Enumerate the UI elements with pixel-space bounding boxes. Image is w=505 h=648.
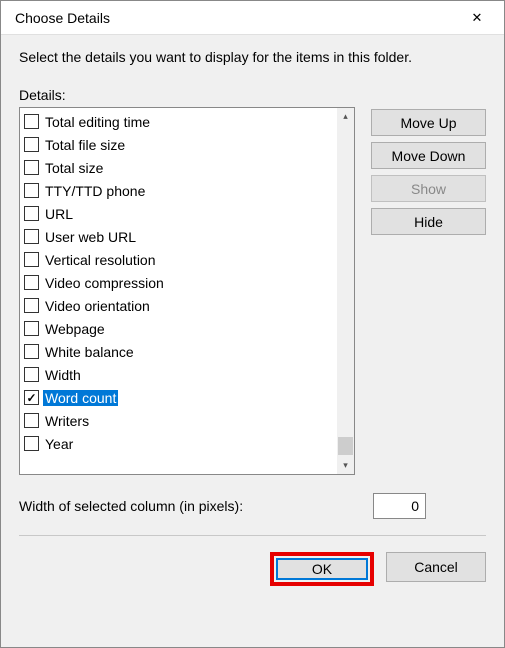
list-item-label: User web URL <box>43 229 138 245</box>
bottom-buttons: OK Cancel <box>19 536 486 602</box>
list-item-label: Vertical resolution <box>43 252 158 268</box>
move-up-button[interactable]: Move Up <box>371 109 486 136</box>
move-down-button[interactable]: Move Down <box>371 142 486 169</box>
checkbox[interactable] <box>24 367 39 382</box>
choose-details-dialog: Choose Details ✕ Select the details you … <box>1 1 504 647</box>
checkbox[interactable] <box>24 183 39 198</box>
checkbox[interactable] <box>24 275 39 290</box>
checkbox[interactable] <box>24 137 39 152</box>
list-item[interactable]: Writers <box>22 409 335 432</box>
checkbox[interactable] <box>24 344 39 359</box>
list-item-label: Year <box>43 436 75 452</box>
list-item[interactable]: Vertical resolution <box>22 248 335 271</box>
dialog-content: Select the details you want to display f… <box>1 35 504 647</box>
scroll-up-icon[interactable]: ▴ <box>337 108 354 125</box>
checkbox[interactable] <box>24 298 39 313</box>
scroll-thumb[interactable] <box>338 437 353 455</box>
hide-button[interactable]: Hide <box>371 208 486 235</box>
close-button[interactable]: ✕ <box>454 2 500 34</box>
list-item[interactable]: Total size <box>22 156 335 179</box>
scrollbar[interactable]: ▴ ▾ <box>337 108 354 474</box>
list-item-label: Webpage <box>43 321 107 337</box>
ok-highlight: OK <box>270 552 374 586</box>
list-item[interactable]: Word count <box>22 386 335 409</box>
middle-area: Total editing time Total file size Total s… <box>19 107 486 475</box>
list-item[interactable]: Video orientation <box>22 294 335 317</box>
checkbox[interactable] <box>24 114 39 129</box>
list-item[interactable]: Video compression <box>22 271 335 294</box>
list-item[interactable]: Total file size <box>22 133 335 156</box>
list-item-label: Writers <box>43 413 91 429</box>
column-width-input[interactable] <box>373 493 426 519</box>
checkbox[interactable] <box>24 321 39 336</box>
checkbox[interactable] <box>24 206 39 221</box>
close-icon: ✕ <box>472 10 483 26</box>
list-item[interactable]: TTY/TTD phone <box>22 179 335 202</box>
list-item-label: Width <box>43 367 83 383</box>
checkbox[interactable] <box>24 390 39 405</box>
list-item[interactable]: Webpage <box>22 317 335 340</box>
list-item[interactable]: User web URL <box>22 225 335 248</box>
checkbox[interactable] <box>24 413 39 428</box>
side-buttons: Move Up Move Down Show Hide <box>371 107 486 475</box>
details-listbox[interactable]: Total editing time Total file size Total s… <box>19 107 355 475</box>
titlebar: Choose Details ✕ <box>1 1 504 35</box>
checkbox[interactable] <box>24 229 39 244</box>
list-item[interactable]: White balance <box>22 340 335 363</box>
checkbox[interactable] <box>24 436 39 451</box>
list-item-label: Total editing time <box>43 114 152 130</box>
details-label: Details: <box>19 87 486 103</box>
list-item[interactable]: Total editing time <box>22 110 335 133</box>
list-item[interactable]: Width <box>22 363 335 386</box>
list-item-label: URL <box>43 206 75 222</box>
window-title: Choose Details <box>15 10 454 26</box>
list-item-label: Total file size <box>43 137 127 153</box>
column-width-label: Width of selected column (in pixels): <box>19 498 243 514</box>
scroll-down-icon[interactable]: ▾ <box>337 457 354 474</box>
show-button[interactable]: Show <box>371 175 486 202</box>
list-item-label: Video orientation <box>43 298 152 314</box>
list-item-label: White balance <box>43 344 136 360</box>
list-item[interactable]: URL <box>22 202 335 225</box>
column-width-row: Width of selected column (in pixels): <box>19 493 486 519</box>
list-item-label: Total size <box>43 160 105 176</box>
list-item-label: Video compression <box>43 275 166 291</box>
cancel-button[interactable]: Cancel <box>386 552 486 582</box>
checkbox[interactable] <box>24 160 39 175</box>
details-items: Total editing time Total file size Total s… <box>20 108 337 474</box>
checkbox[interactable] <box>24 252 39 267</box>
instruction-text: Select the details you want to display f… <box>19 49 486 65</box>
list-item-label: Word count <box>43 390 118 406</box>
list-item-label: TTY/TTD phone <box>43 183 147 199</box>
list-item[interactable]: Year <box>22 432 335 455</box>
scroll-track[interactable] <box>337 125 354 457</box>
ok-button[interactable]: OK <box>276 558 368 580</box>
